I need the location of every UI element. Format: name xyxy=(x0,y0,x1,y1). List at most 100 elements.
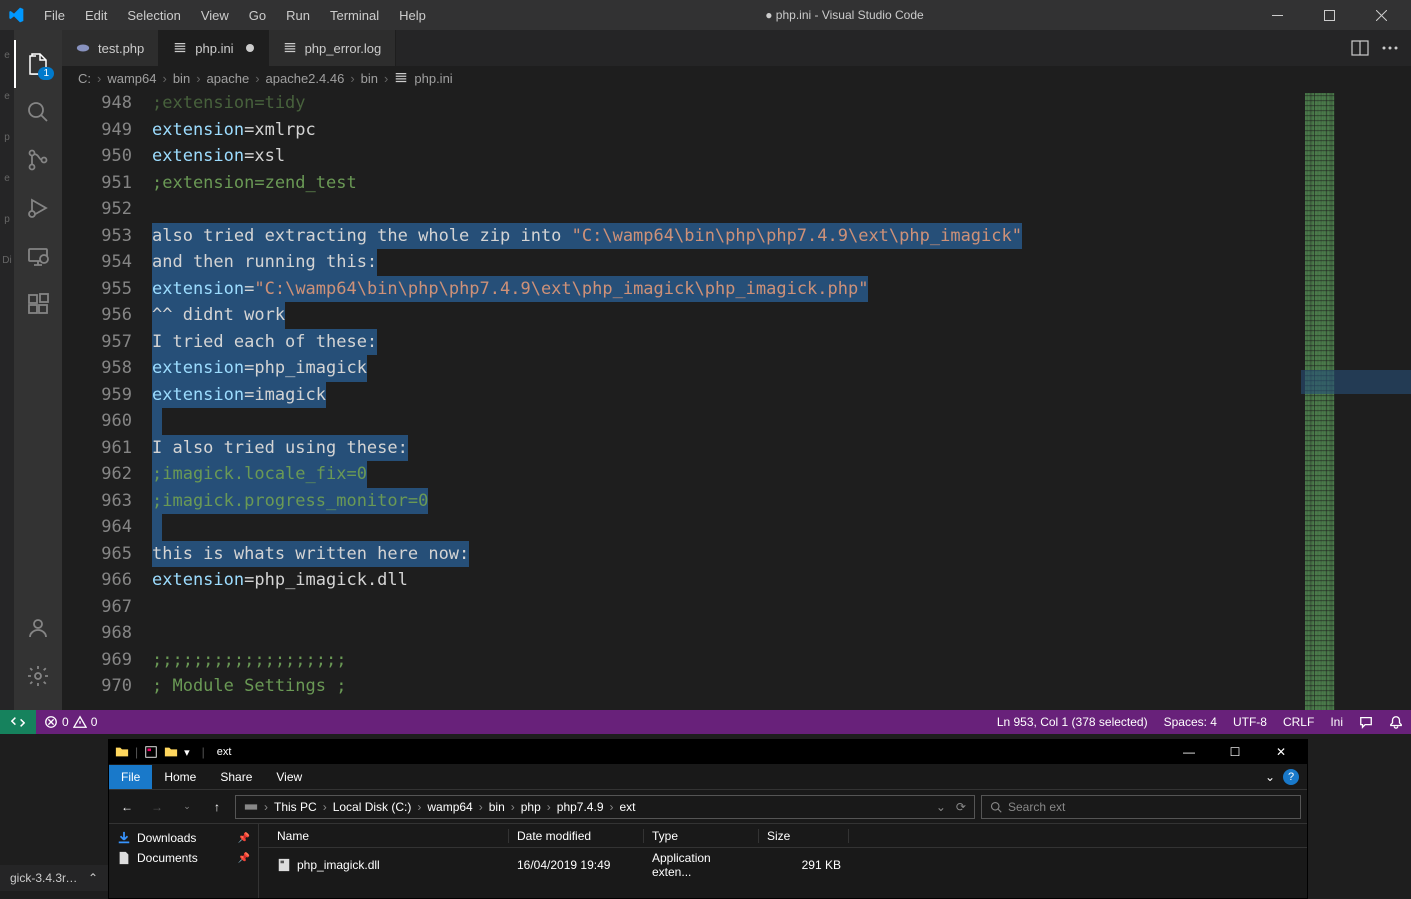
activity-bar: 1 xyxy=(14,30,62,710)
explorer-column-headers[interactable]: Name Date modified Type Size xyxy=(259,824,1307,848)
explorer-close-button[interactable]: ✕ xyxy=(1261,745,1301,759)
explorer-maximize-button[interactable]: ☐ xyxy=(1215,745,1255,759)
tab-php-error-log[interactable]: php_error.log xyxy=(269,30,397,66)
col-type[interactable]: Type xyxy=(644,829,759,843)
ribbon-expand-icon[interactable]: ⌄ xyxy=(1265,770,1275,784)
close-button[interactable] xyxy=(1359,0,1403,30)
extensions-icon[interactable] xyxy=(14,280,62,328)
pin-icon[interactable]: 📌 xyxy=(238,833,250,844)
status-language[interactable]: Ini xyxy=(1322,715,1351,729)
remote-indicator[interactable] xyxy=(0,710,36,734)
error-icon xyxy=(44,715,58,729)
ribbon-file[interactable]: File xyxy=(109,765,152,789)
breadcrumb-segment[interactable]: apache xyxy=(207,71,250,86)
explorer-icon[interactable]: 1 xyxy=(14,40,62,88)
document-icon xyxy=(117,851,131,865)
ribbon-home[interactable]: Home xyxy=(152,765,208,789)
download-chip[interactable]: gick-3.4.3r....zip ⌃ xyxy=(0,865,108,891)
status-eol[interactable]: CRLF xyxy=(1275,715,1322,729)
editor-area: test.php php.ini php_error.log C:› wamp6… xyxy=(62,30,1411,710)
code-content[interactable]: ;extension=tidyextension=xmlrpcextension… xyxy=(152,90,1301,710)
editor-body[interactable]: 9489499509519529539549559569579589599609… xyxy=(62,90,1411,710)
breadcrumb[interactable]: C:› wamp64› bin› apache› apache2.4.46› b… xyxy=(62,66,1411,90)
dirty-indicator-icon xyxy=(246,44,254,52)
col-size[interactable]: Size xyxy=(759,829,849,843)
explorer-titlebar[interactable]: | ▾ | ext — ☐ ✕ xyxy=(109,740,1307,764)
ribbon-share[interactable]: Share xyxy=(208,765,264,789)
forward-button[interactable]: → xyxy=(145,795,169,819)
ribbon-view[interactable]: View xyxy=(264,765,314,789)
explorer-search[interactable]: Search ext xyxy=(981,795,1301,819)
titlebar: File Edit Selection View Go Run Terminal… xyxy=(0,0,1411,30)
folder-small-icon[interactable] xyxy=(164,745,178,759)
back-button[interactable]: ← xyxy=(115,795,139,819)
properties-icon[interactable] xyxy=(144,745,158,759)
status-indent[interactable]: Spaces: 4 xyxy=(1156,715,1225,729)
chevron-up-icon[interactable]: ⌃ xyxy=(88,871,98,885)
file-explorer-window: | ▾ | ext — ☐ ✕ File Home Share View ⌄ ?… xyxy=(108,739,1308,899)
pin-icon[interactable]: 📌 xyxy=(238,853,250,864)
tab-label: php_error.log xyxy=(305,41,382,56)
menu-go[interactable]: Go xyxy=(241,4,274,27)
menu-help[interactable]: Help xyxy=(391,4,434,27)
breadcrumb-segment[interactable]: apache2.4.46 xyxy=(266,71,345,86)
up-button[interactable]: ↑ xyxy=(205,795,229,819)
breadcrumb-segment[interactable]: bin xyxy=(361,71,378,86)
ini-file-icon xyxy=(394,71,408,85)
search-icon xyxy=(990,801,1002,813)
status-encoding[interactable]: UTF-8 xyxy=(1225,715,1275,729)
explorer-badge: 1 xyxy=(38,67,54,80)
ini-file-icon xyxy=(173,41,187,55)
nav-item-documents[interactable]: Documents 📌 xyxy=(113,848,254,868)
menu-run[interactable]: Run xyxy=(278,4,318,27)
explorer-nav-pane: Downloads 📌 Documents 📌 xyxy=(109,824,259,898)
vscode-logo-icon xyxy=(8,7,24,23)
explorer-title: ext xyxy=(217,746,232,758)
nav-item-downloads[interactable]: Downloads 📌 xyxy=(113,828,254,848)
split-editor-icon[interactable] xyxy=(1351,39,1369,57)
menu-file[interactable]: File xyxy=(36,4,73,27)
breadcrumb-segment[interactable]: wamp64 xyxy=(107,71,156,86)
address-bar[interactable]: › This PC› Local Disk (C:)› wamp64› bin›… xyxy=(235,795,975,819)
menu-view[interactable]: View xyxy=(193,4,237,27)
run-debug-icon[interactable] xyxy=(14,184,62,232)
editor-tabs: test.php php.ini php_error.log xyxy=(62,30,1411,66)
minimize-button[interactable] xyxy=(1255,0,1299,30)
window-controls xyxy=(1255,0,1403,30)
status-bell-icon[interactable] xyxy=(1381,715,1411,729)
explorer-minimize-button[interactable]: — xyxy=(1169,745,1209,759)
file-row[interactable]: php_imagick.dll 16/04/2019 19:49 Applica… xyxy=(259,848,1307,882)
breadcrumb-segment[interactable]: C: xyxy=(78,71,91,86)
breadcrumb-segment[interactable]: php.ini xyxy=(414,71,452,86)
accounts-icon[interactable] xyxy=(14,604,62,652)
tab-test-php[interactable]: test.php xyxy=(62,30,159,66)
more-actions-icon[interactable] xyxy=(1381,39,1399,57)
tab-label: php.ini xyxy=(195,41,233,56)
download-icon xyxy=(117,831,131,845)
search-icon[interactable] xyxy=(14,88,62,136)
col-name[interactable]: Name xyxy=(269,829,509,843)
menu-terminal[interactable]: Terminal xyxy=(322,4,387,27)
source-control-icon[interactable] xyxy=(14,136,62,184)
ribbon-help-icon[interactable]: ? xyxy=(1283,769,1299,785)
minimap[interactable]: ████ ██ ████████ ███ ██ ████ ██ ████████… xyxy=(1301,90,1411,710)
menu-selection[interactable]: Selection xyxy=(119,4,188,27)
explorer-content: Name Date modified Type Size php_imagick… xyxy=(259,824,1307,898)
status-cursor[interactable]: Ln 953, Col 1 (378 selected) xyxy=(989,715,1156,729)
maximize-button[interactable] xyxy=(1307,0,1351,30)
remote-explorer-icon[interactable] xyxy=(14,232,62,280)
settings-gear-icon[interactable] xyxy=(14,652,62,700)
status-problems[interactable]: 0 0 xyxy=(36,715,105,729)
explorer-ribbon: File Home Share View ⌄ ? xyxy=(109,764,1307,790)
minimap-viewport[interactable] xyxy=(1301,370,1411,394)
tab-php-ini[interactable]: php.ini xyxy=(159,30,268,66)
left-peek-strip: eepepDi xyxy=(0,30,14,710)
menu-bar: File Edit Selection View Go Run Terminal… xyxy=(36,4,434,27)
status-feedback-icon[interactable] xyxy=(1351,715,1381,729)
menu-edit[interactable]: Edit xyxy=(77,4,115,27)
folder-icon xyxy=(115,745,129,759)
breadcrumb-segment[interactable]: bin xyxy=(173,71,190,86)
col-date[interactable]: Date modified xyxy=(509,829,644,843)
recent-dropdown[interactable]: ⌄ xyxy=(175,795,199,819)
explorer-nav-bar: ← → ⌄ ↑ › This PC› Local Disk (C:)› wamp… xyxy=(109,790,1307,824)
